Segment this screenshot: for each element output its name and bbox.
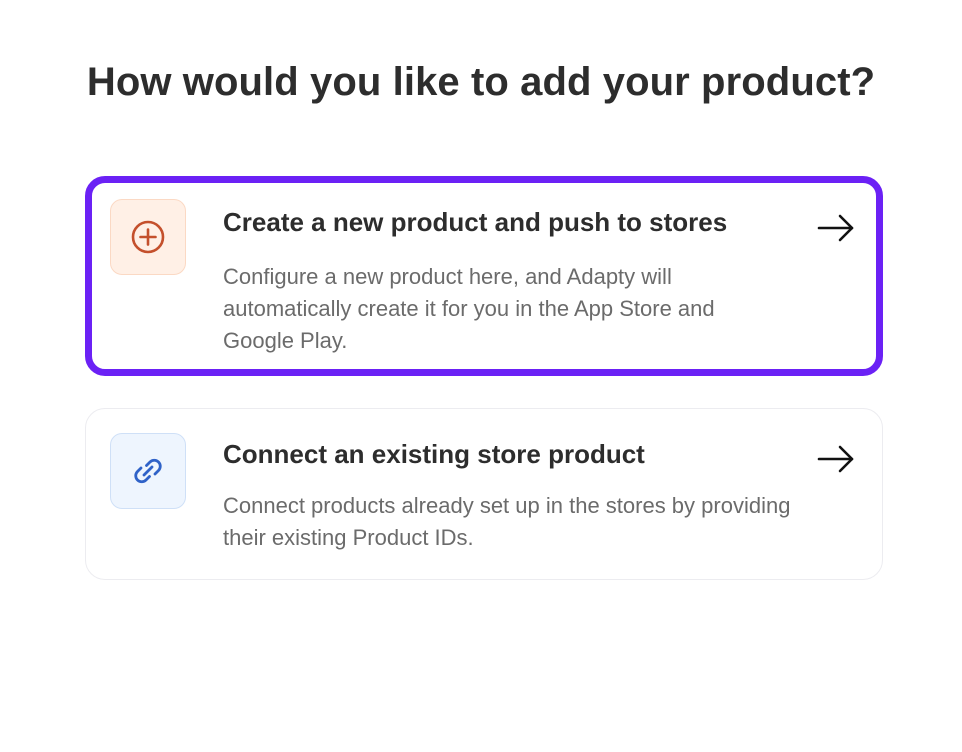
- plus-circle-icon: [131, 220, 165, 254]
- option-connect-existing-product[interactable]: Connect an existing store product Connec…: [85, 408, 883, 580]
- option-title: Connect an existing store product: [223, 439, 645, 469]
- create-icon-tile: [110, 199, 186, 275]
- option-title: Create a new product and push to stores: [223, 207, 728, 237]
- option-description: Configure a new product here, and Adapty…: [223, 264, 715, 353]
- link-icon: [134, 458, 162, 484]
- connect-icon-tile: [110, 433, 186, 509]
- option-description: Connect products already set up in the s…: [223, 493, 791, 550]
- arrow-right-icon: [817, 214, 854, 242]
- page-title: How would you like to add your product?: [86, 60, 876, 104]
- arrow-right-icon: [817, 445, 854, 473]
- add-product-page: How would you like to add your product? …: [0, 0, 962, 752]
- option-create-new-product[interactable]: Create a new product and push to stores …: [85, 176, 883, 376]
